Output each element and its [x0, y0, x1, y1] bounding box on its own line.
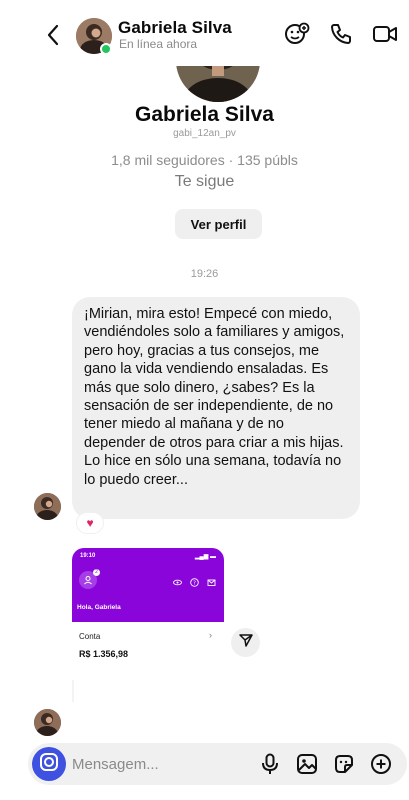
sticker-icon[interactable] [332, 752, 356, 776]
message-input[interactable] [72, 743, 252, 785]
follows-you-label: Te sigue [174, 173, 235, 190]
profile-handle: gabi_12an_pv [173, 128, 236, 139]
phone-icon[interactable] [327, 20, 355, 48]
camera-icon [39, 752, 59, 777]
bank-app-header: 19:10 ▂▄▆ ▬ 2 ? Hola, Gabriela [72, 548, 224, 622]
online-indicator [100, 43, 112, 55]
sender-avatar-2[interactable] [34, 709, 61, 736]
image-icon[interactable] [295, 752, 319, 776]
video-icon[interactable] [371, 20, 399, 48]
profile-stats: 1,8 mil seguidores · 135 públs [111, 152, 298, 168]
eye-icon [173, 574, 182, 586]
bank-status-time: 19:10 [80, 553, 96, 559]
help-icon: ? [190, 574, 199, 587]
chat-header: Gabriela Silva En línea ahora [0, 0, 409, 66]
message-composer [28, 743, 407, 785]
plus-icon[interactable] [369, 752, 393, 776]
profile-name: Gabriela Silva [135, 103, 274, 126]
faint-divider [72, 680, 74, 702]
notification-badge: 2 [93, 569, 100, 576]
composer-actions [258, 752, 393, 776]
message-timestamp: 19:26 [190, 268, 219, 280]
bank-greeting: Hola, Gabriela [77, 604, 121, 611]
sender-avatar[interactable] [34, 493, 61, 520]
view-profile-button[interactable]: Ver perfil [175, 209, 262, 239]
mail-icon [207, 574, 216, 586]
bank-balance: R$ 1.356,98 [79, 649, 129, 659]
bank-account-label: Conta [79, 632, 101, 641]
battery-signal-icon: ▂▄▆ ▬ [194, 554, 216, 560]
message-bubble[interactable]: ¡Mirian, mira esto! Empecé con miedo, ve… [72, 297, 360, 519]
share-button[interactable] [231, 628, 260, 657]
microphone-icon[interactable] [258, 752, 282, 776]
contact-status: En línea ahora [119, 37, 198, 51]
send-icon [238, 632, 254, 653]
back-chevron-icon[interactable] [40, 22, 66, 48]
bank-header-icons: ? [173, 574, 216, 587]
contact-name[interactable]: Gabriela Silva [118, 18, 232, 38]
shared-image[interactable]: 19:10 ▂▄▆ ▬ 2 ? Hola, Gabriela Conta › R… [72, 548, 224, 668]
camera-button[interactable] [32, 747, 66, 781]
sticker-icon[interactable] [283, 20, 311, 48]
svg-text:?: ? [193, 581, 196, 587]
chevron-right-icon: › [209, 630, 212, 640]
heart-reaction[interactable]: ♥ [76, 512, 104, 534]
heart-icon: ♥ [86, 516, 94, 530]
header-actions [283, 20, 399, 48]
